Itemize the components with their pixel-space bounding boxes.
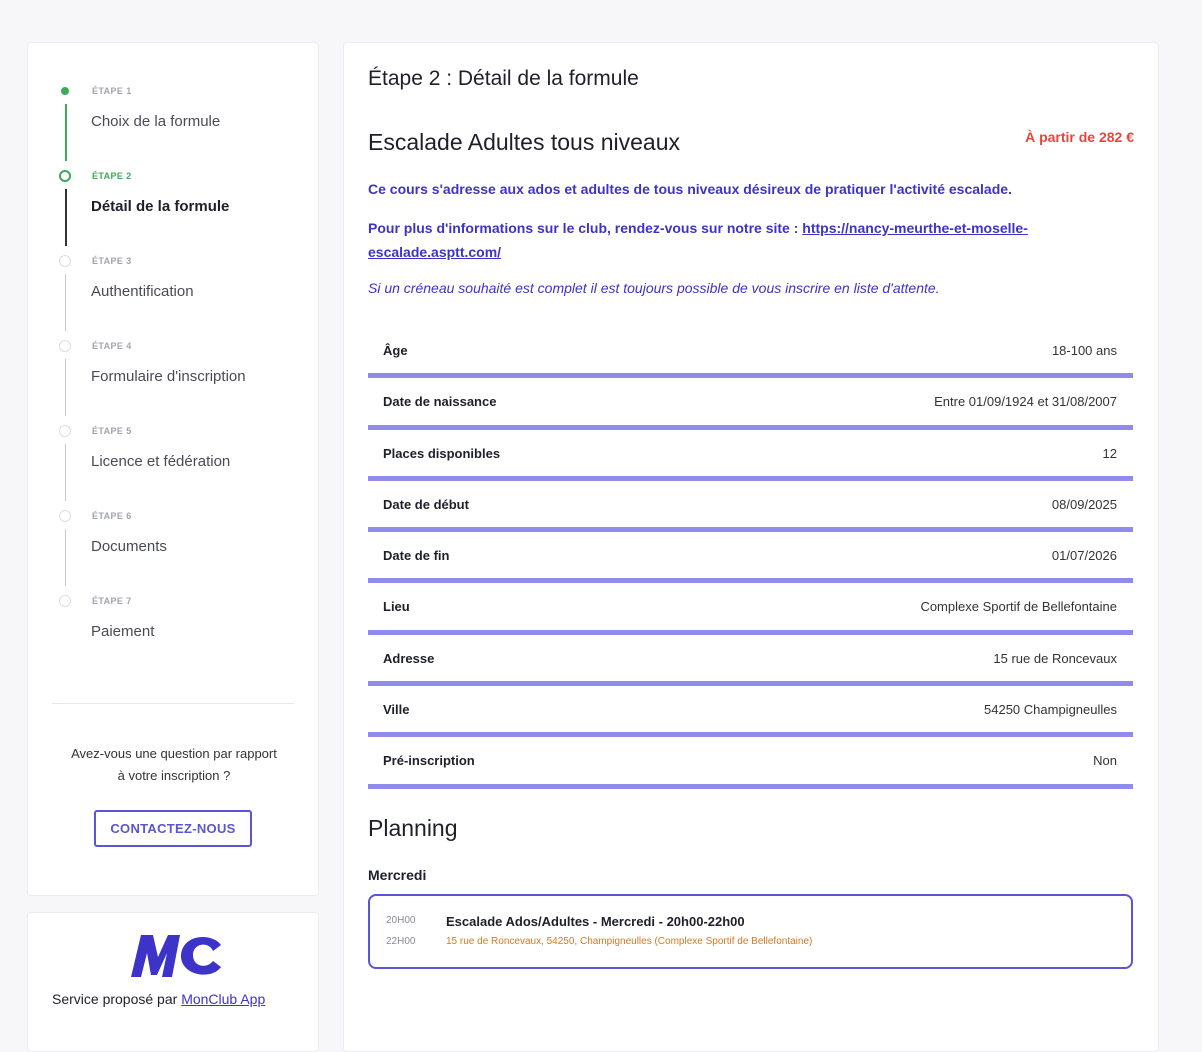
detail-key: Adresse <box>383 650 435 666</box>
detail-value: 01/07/2026 <box>1051 548 1117 564</box>
page-title: Étape 2 : Détail de la formule <box>368 67 639 90</box>
step-label: Détail de la formule <box>91 198 230 215</box>
step-connector <box>65 189 67 246</box>
detail-row-start-date: Date de début 08/09/2025 <box>368 481 1133 533</box>
detail-key: Lieu <box>383 599 410 615</box>
step-2[interactable]: ÉTAPE 2 Détail de la formule <box>28 159 318 246</box>
step-7[interactable]: ÉTAPE 7 Paiement <box>28 584 318 669</box>
step-connector <box>65 104 67 161</box>
detail-row-city: Ville 54250 Champigneulles <box>368 686 1133 738</box>
step-5[interactable]: ÉTAPE 5 Licence et fédération <box>28 414 318 501</box>
detail-key: Date de début <box>383 496 469 512</box>
detail-row-end-date: Date de fin 01/07/2026 <box>368 532 1133 584</box>
sidebar-divider <box>52 703 294 704</box>
waitlist-note: Si un créneau souhaité est complet il es… <box>368 280 940 296</box>
step-active-circle-icon <box>59 170 71 182</box>
step-connector <box>65 359 66 416</box>
planning-day-label: Mercredi <box>368 867 427 883</box>
slot-end-time: 22H00 <box>386 936 416 947</box>
service-text: Service proposé par MonClub App <box>52 987 302 1011</box>
step-connector <box>65 444 66 501</box>
detail-key: Âge <box>383 343 408 358</box>
question-text: Avez-vous une question par rapport à vot… <box>71 746 277 783</box>
detail-value: 15 rue de Roncevaux <box>993 650 1117 666</box>
detail-row-places: Places disponibles 12 <box>368 430 1133 481</box>
detail-value: 12 <box>1102 445 1117 461</box>
step-label: Choix de la formule <box>91 113 221 130</box>
step-number: ÉTAPE 4 <box>92 341 132 351</box>
price-label: À partir de 282 € <box>1025 129 1134 145</box>
planning-title: Planning <box>368 815 458 841</box>
formula-details-table: Âge 18-100 ans Date de naissance Entre 0… <box>368 327 1133 789</box>
contact-button[interactable]: CONTACTEZ-NOUS <box>94 810 252 847</box>
step-1[interactable]: ÉTAPE 1 Choix de la formule <box>28 74 318 161</box>
club-info-text: Pour plus d'informations sur le club, re… <box>368 216 1118 264</box>
step-label: Paiement <box>91 623 155 640</box>
step-number: ÉTAPE 1 <box>92 86 132 96</box>
detail-key: Date de fin <box>383 548 450 564</box>
monclub-logo <box>131 935 221 977</box>
schedule-slot-card[interactable]: 20H00 22H00 Escalade Ados/Adultes - Merc… <box>368 894 1133 969</box>
step-number: ÉTAPE 3 <box>92 256 132 266</box>
detail-value: 54250 Champigneulles <box>984 702 1117 718</box>
slot-title: Escalade Ados/Adultes - Mercredi - 20h00… <box>446 914 745 929</box>
step-pending-circle-icon <box>59 425 71 437</box>
step-done-dot-icon <box>61 87 69 95</box>
slot-start-time: 20H00 <box>386 915 416 926</box>
club-info-prefix: Pour plus d'informations sur le club, re… <box>368 220 803 236</box>
detail-row-preregistration: Pré-inscription Non <box>368 737 1133 789</box>
step-number: ÉTAPE 5 <box>92 426 132 436</box>
step-label: Licence et fédération <box>91 453 231 470</box>
detail-row-birthdate: Date de naissance Entre 01/09/1924 et 31… <box>368 378 1133 430</box>
slot-address: 15 rue de Roncevaux, 54250, Champigneull… <box>446 936 813 947</box>
detail-row-location: Lieu Complexe Sportif de Bellefontaine <box>368 583 1133 635</box>
detail-value: 08/09/2025 <box>1051 496 1117 512</box>
detail-value: Entre 01/09/1924 et 31/08/2007 <box>934 394 1117 410</box>
step-connector <box>65 274 66 331</box>
step-label: Documents <box>91 538 167 555</box>
step-label: Authentification <box>91 283 194 300</box>
steps-sidebar: ÉTAPE 1 Choix de la formule ÉTAPE 2 Déta… <box>27 42 319 896</box>
step-pending-circle-icon <box>59 340 71 352</box>
detail-value: Complexe Sportif de Bellefontaine <box>920 599 1117 615</box>
step-6[interactable]: ÉTAPE 6 Documents <box>28 499 318 586</box>
detail-value: 18-100 ans <box>1051 343 1117 358</box>
formula-description: Ce cours s'adresse aux ados et adultes d… <box>368 181 1012 197</box>
step-number: ÉTAPE 7 <box>92 596 132 606</box>
detail-row-age: Âge 18-100 ans <box>368 327 1133 379</box>
step-label: Formulaire d'inscription <box>91 368 246 385</box>
service-prefix: Service proposé par <box>52 991 182 1007</box>
step-4[interactable]: ÉTAPE 4 Formulaire d'inscription <box>28 329 318 416</box>
step-number: ÉTAPE 6 <box>92 511 132 521</box>
step-connector <box>65 529 66 586</box>
formula-title: Escalade Adultes tous niveaux <box>368 129 680 155</box>
detail-key: Places disponibles <box>383 445 501 461</box>
step-pending-circle-icon <box>59 255 71 267</box>
step-pending-circle-icon <box>59 510 71 522</box>
detail-value: Non <box>1093 753 1117 769</box>
step-number: ÉTAPE 2 <box>92 171 132 181</box>
step-3[interactable]: ÉTAPE 3 Authentification <box>28 244 318 331</box>
detail-key: Date de naissance <box>383 394 497 410</box>
detail-key: Pré-inscription <box>383 753 475 769</box>
step-pending-circle-icon <box>59 595 71 607</box>
detail-row-address: Adresse 15 rue de Roncevaux <box>368 635 1133 687</box>
formula-detail-panel: Étape 2 : Détail de la formule Escalade … <box>343 42 1159 1052</box>
service-promo-card: Service proposé par MonClub App <box>27 912 319 1052</box>
monclub-link[interactable]: MonClub App <box>181 991 265 1007</box>
detail-key: Ville <box>383 702 410 718</box>
